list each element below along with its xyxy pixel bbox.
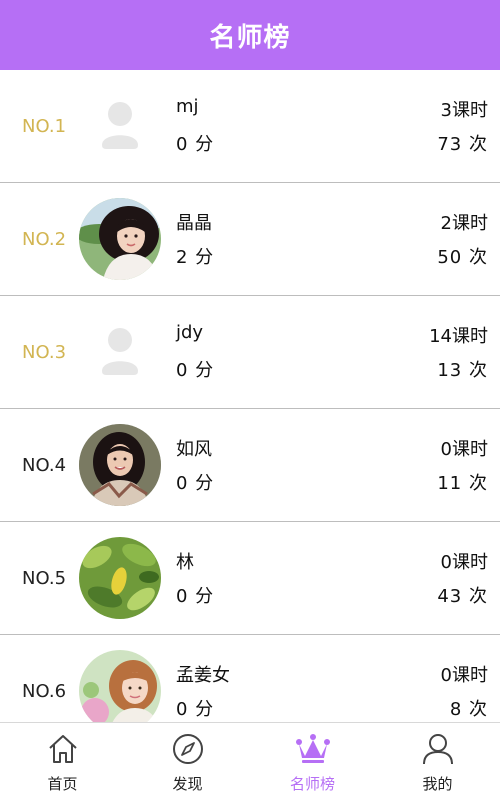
avatar-photo (79, 424, 161, 506)
rank-label: NO.2 (22, 229, 67, 250)
teacher-name: 晶晶 (176, 213, 212, 234)
tab-label: 我的 (422, 775, 453, 793)
rank-label: NO.1 (22, 116, 67, 137)
tab-mine[interactable]: 我的 (375, 723, 500, 800)
rank-label: NO.6 (22, 681, 67, 702)
crown-icon (295, 731, 331, 767)
person-placeholder-icon (79, 85, 161, 167)
app-screen: 名师榜 NO.1 mj 0 分 3课时 73 次 NO.2 晶晶 2 分 2课时… (0, 0, 500, 800)
teacher-row[interactable]: NO.5 林 0 分 0课时 43 次 (0, 522, 500, 635)
rank-label: NO.4 (22, 455, 67, 476)
teacher-hours: 0课时 (440, 665, 488, 686)
avatar-photo (79, 650, 161, 722)
page-title: 名师榜 (209, 22, 291, 53)
tab-home[interactable]: 首页 (0, 723, 125, 800)
home-icon (45, 731, 81, 767)
rank-label: NO.3 (22, 342, 67, 363)
teacher-row[interactable]: NO.4 如风 0 分 0课时 11 次 (0, 409, 500, 522)
avatar-photo (79, 537, 161, 619)
teacher-row[interactable]: NO.1 mj 0 分 3课时 73 次 (0, 70, 500, 183)
teacher-score: 2 分 (176, 247, 215, 268)
teacher-list[interactable]: NO.1 mj 0 分 3课时 73 次 NO.2 晶晶 2 分 2课时 50 … (0, 70, 500, 722)
tab-discover[interactable]: 发现 (125, 723, 250, 800)
person-icon (420, 731, 456, 767)
avatar-placeholder (79, 85, 161, 167)
teacher-score: 0 分 (176, 473, 215, 494)
teacher-hours: 2课时 (440, 213, 488, 234)
tab-label: 名师榜 (289, 775, 335, 793)
compass-icon (170, 731, 206, 767)
avatar-photo (79, 198, 161, 280)
teacher-name: 孟姜女 (176, 665, 230, 686)
teacher-score: 0 分 (176, 360, 215, 381)
teacher-score: 0 分 (176, 134, 215, 155)
bottom-tab-bar: 首页 发现 名师榜 我的 (0, 722, 500, 800)
teacher-hours: 3课时 (440, 100, 488, 121)
teacher-times: 43 次 (437, 586, 488, 607)
teacher-hours: 0课时 (440, 552, 488, 573)
teacher-times: 11 次 (437, 473, 488, 494)
teacher-times: 13 次 (437, 360, 488, 381)
teacher-name: 如风 (176, 439, 212, 460)
header-bar: 名师榜 (0, 0, 500, 70)
tab-label: 发现 (172, 775, 203, 793)
teacher-hours: 14课时 (429, 326, 488, 347)
teacher-times: 8 次 (449, 699, 488, 720)
teacher-name: mj (176, 96, 199, 117)
tab-famous-teachers[interactable]: 名师榜 (250, 723, 375, 800)
teacher-name: jdy (176, 322, 204, 343)
teacher-times: 50 次 (437, 247, 488, 268)
teacher-hours: 0课时 (440, 439, 488, 460)
woman-photo-icon (79, 424, 161, 506)
rank-label: NO.5 (22, 568, 67, 589)
leaves-photo-icon (79, 537, 161, 619)
teacher-row[interactable]: NO.3 jdy 0 分 14课时 13 次 (0, 296, 500, 409)
teacher-times: 73 次 (437, 134, 488, 155)
woman-photo-icon (79, 650, 161, 722)
teacher-name: 林 (176, 552, 194, 573)
person-placeholder-icon (79, 311, 161, 393)
teacher-score: 0 分 (176, 586, 215, 607)
avatar-placeholder (79, 311, 161, 393)
tab-label: 首页 (47, 775, 78, 793)
teacher-row[interactable]: NO.6 孟姜女 0 分 0课时 8 次 (0, 635, 500, 722)
woman-photo-icon (79, 198, 161, 280)
teacher-score: 0 分 (176, 699, 215, 720)
teacher-row[interactable]: NO.2 晶晶 2 分 2课时 50 次 (0, 183, 500, 296)
